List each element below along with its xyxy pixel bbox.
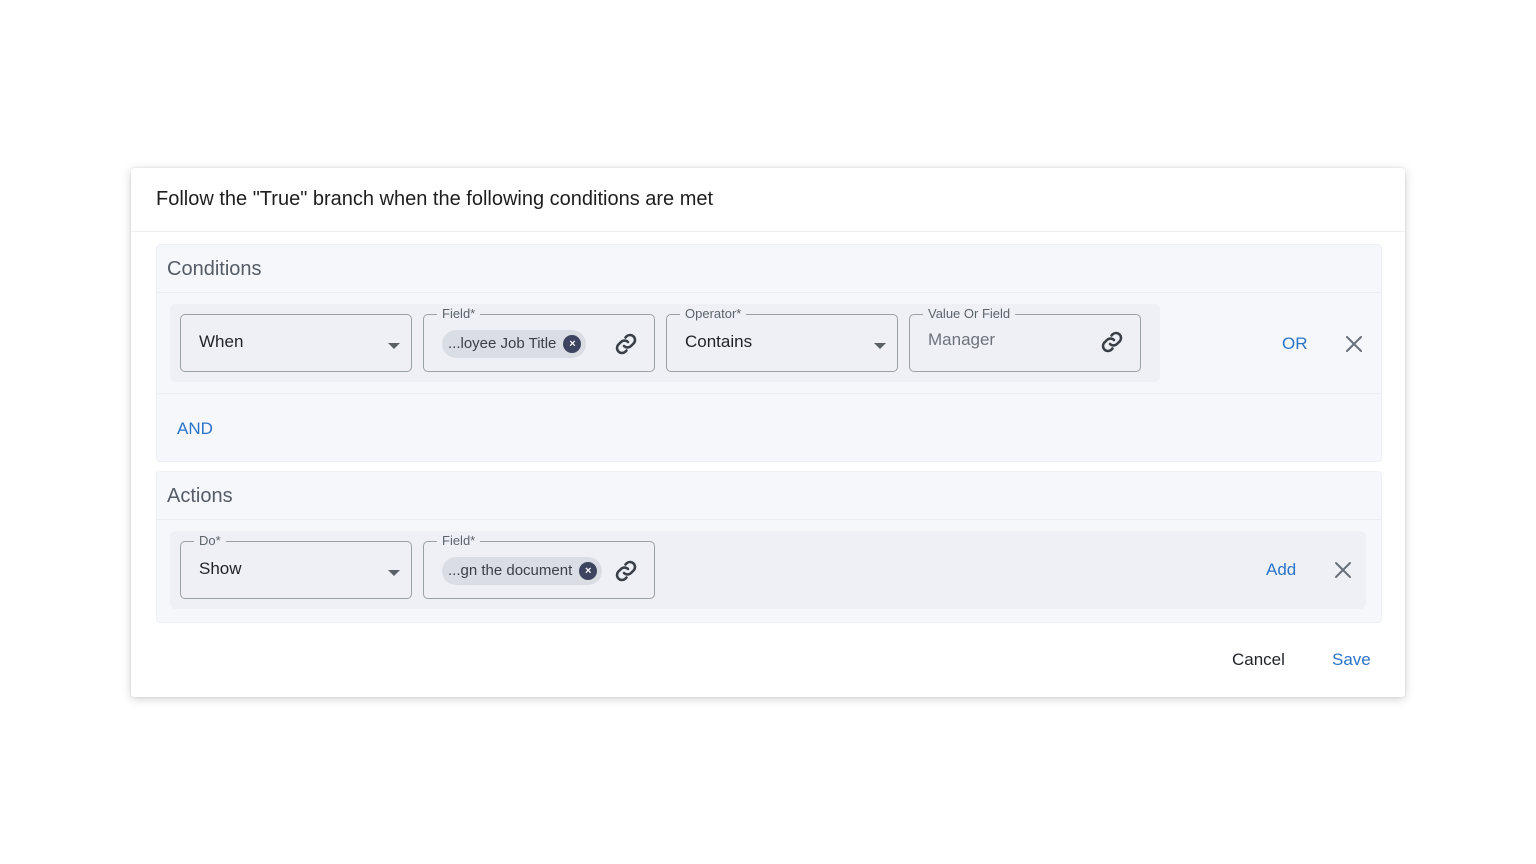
conditions-divider	[157, 292, 1381, 293]
link-icon[interactable]	[614, 332, 638, 356]
chip-remove-icon[interactable]: ×	[579, 562, 598, 580]
remove-action-icon[interactable]	[1333, 560, 1353, 580]
action-row: Do* Show Field* ...gn the document × Add	[170, 531, 1366, 609]
save-button[interactable]: Save	[1332, 650, 1371, 670]
value-or-field-legend: Value Or Field	[923, 306, 1016, 322]
conditions-title: Conditions	[167, 258, 262, 280]
do-value: Show	[199, 559, 242, 578]
title-divider	[131, 231, 1405, 232]
dialog-title: Follow the "True" branch when the follow…	[156, 188, 714, 210]
actions-title: Actions	[167, 485, 233, 507]
condition-row: When Field* ...loyee Job Title × Operato…	[170, 304, 1160, 382]
field-chip-label: ...gn the document	[448, 562, 573, 579]
remove-condition-icon[interactable]	[1344, 334, 1364, 354]
or-button[interactable]: OR	[1282, 334, 1308, 354]
field-chip-label: ...loyee Job Title	[448, 335, 557, 352]
conditions-section: Conditions When Field* ...loyee Job Titl…	[156, 244, 1382, 462]
actions-divider	[157, 519, 1381, 520]
field-legend: Field*	[437, 533, 481, 549]
condition-field-input[interactable]: Field* ...loyee Job Title ×	[423, 306, 655, 372]
field-legend: Field*	[437, 306, 481, 322]
do-select[interactable]: Do* Show	[180, 533, 412, 599]
chevron-down-icon	[874, 343, 886, 349]
field-chip: ...loyee Job Title ×	[442, 330, 587, 358]
when-select-value: When	[199, 332, 244, 351]
link-icon[interactable]	[614, 559, 638, 583]
cancel-button[interactable]: Cancel	[1232, 650, 1285, 670]
chevron-down-icon	[388, 343, 400, 349]
condition-divider	[157, 393, 1381, 394]
chip-remove-icon[interactable]: ×	[563, 335, 582, 353]
add-action-button[interactable]: Add	[1266, 560, 1296, 580]
value-or-field-input[interactable]: Value Or Field Manager	[909, 306, 1141, 372]
chevron-down-icon	[388, 570, 400, 576]
operator-value: Contains	[685, 332, 753, 351]
operator-legend: Operator*	[680, 306, 747, 322]
field-chip: ...gn the document ×	[442, 557, 603, 585]
and-button[interactable]: AND	[177, 419, 213, 439]
do-legend: Do*	[194, 533, 226, 549]
operator-select[interactable]: Operator* Contains	[666, 306, 898, 372]
actions-section: Actions Do* Show Field* ...gn the docume…	[156, 471, 1382, 623]
action-field-input[interactable]: Field* ...gn the document ×	[423, 533, 655, 599]
value-or-field-value: Manager	[928, 330, 996, 349]
when-select[interactable]: When	[180, 314, 412, 372]
link-icon[interactable]	[1100, 330, 1124, 354]
condition-dialog: Follow the "True" branch when the follow…	[131, 168, 1405, 697]
